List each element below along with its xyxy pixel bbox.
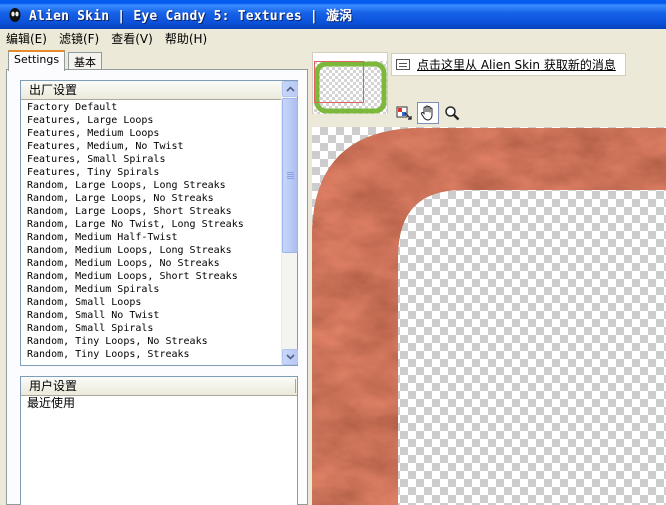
navigator-preview-image bbox=[314, 61, 387, 114]
user-settings-header: 用户设置 bbox=[21, 377, 297, 396]
preset-item[interactable]: Random, Small Spirals bbox=[21, 322, 281, 335]
presets-scrollbar[interactable] bbox=[281, 81, 298, 365]
preview-toggle-icon bbox=[396, 106, 412, 120]
preset-item[interactable]: Random, Large Loops, No Streaks bbox=[21, 192, 281, 205]
user-settings-title: 用户设置 bbox=[29, 379, 78, 393]
preset-list-body: Factory Default Features, Large Loops Feat… bbox=[21, 101, 281, 365]
chevron-down-icon bbox=[285, 354, 295, 360]
tab-settings[interactable]: Settings bbox=[8, 50, 66, 71]
texture-preview-canvas[interactable] bbox=[312, 127, 666, 505]
preset-item[interactable]: Random, Tiny Loops, Streaks bbox=[21, 348, 281, 361]
preset-item[interactable]: Factory Default bbox=[21, 101, 281, 114]
preset-item[interactable]: Random, Small Loops bbox=[21, 296, 281, 309]
user-settings-list: 用户设置 最近使用 bbox=[20, 376, 298, 505]
preset-item[interactable]: Random, Medium Loops, Short Streaks bbox=[21, 270, 281, 283]
preset-item[interactable]: Features, Large Loops bbox=[21, 114, 281, 127]
hand-pan-icon bbox=[420, 105, 433, 121]
news-banner[interactable]: 点击这里从 Alien Skin 获取新的消息 bbox=[391, 53, 626, 76]
user-settings-item-recent[interactable]: 最近使用 bbox=[21, 396, 297, 411]
factory-presets-header: 出厂设置 bbox=[21, 81, 283, 100]
preset-item[interactable]: Random, Tiny Loops, No Streaks bbox=[21, 335, 281, 348]
scroll-thumb[interactable] bbox=[282, 98, 298, 253]
swirl-texture-frame-image bbox=[312, 128, 666, 505]
menu-help[interactable]: 帮助(H) bbox=[165, 30, 207, 47]
menu-filter[interactable]: 滤镜(F) bbox=[59, 30, 99, 47]
tab-basic[interactable]: 基本 bbox=[68, 52, 102, 70]
scroll-up-button[interactable] bbox=[282, 81, 298, 97]
factory-presets-list: 出厂设置 Factory Default Features, Large Loop… bbox=[20, 80, 298, 366]
title-bar: Alien Skin | Eye Candy 5: Textures | 漩涡 bbox=[0, 0, 666, 29]
menu-bar: 编辑(E) 滤镜(F) 查看(V) 帮助(H) bbox=[0, 29, 666, 47]
scroll-down-button[interactable] bbox=[282, 349, 298, 365]
preset-item[interactable]: Random, Medium Loops, Long Streaks bbox=[21, 244, 281, 257]
navigator-thumbnail[interactable] bbox=[312, 52, 388, 114]
alien-skin-app-icon[interactable] bbox=[7, 7, 23, 23]
preset-item[interactable]: Random, Medium Spirals bbox=[21, 283, 281, 296]
zoom-button[interactable] bbox=[441, 102, 463, 124]
preset-item[interactable]: Random, Medium Half-Twist bbox=[21, 231, 281, 244]
preview-toolbar bbox=[393, 102, 465, 124]
zoom-magnifier-icon bbox=[445, 106, 460, 121]
preset-item[interactable]: Features, Small Spirals bbox=[21, 153, 281, 166]
preset-item[interactable]: Features, Medium, No Twist bbox=[21, 140, 281, 153]
hand-pan-button[interactable] bbox=[417, 102, 439, 124]
menu-view[interactable]: 查看(V) bbox=[111, 30, 153, 47]
preset-item[interactable]: Random, Large Loops, Long Streaks bbox=[21, 179, 281, 192]
preset-item[interactable]: Random, Small No Twist bbox=[21, 309, 281, 322]
menu-edit[interactable]: 编辑(E) bbox=[6, 30, 47, 47]
preset-item[interactable]: Features, Tiny Spirals bbox=[21, 166, 281, 179]
news-link[interactable]: 点击这里从 Alien Skin 获取新的消息 bbox=[417, 56, 616, 73]
window-title: Alien Skin | Eye Candy 5: Textures | 漩涡 bbox=[29, 9, 353, 24]
preset-item[interactable]: Random, Medium Loops, No Streaks bbox=[21, 257, 281, 270]
preset-item[interactable]: Random, Large Loops, Short Streaks bbox=[21, 205, 281, 218]
preset-item[interactable]: Features, Medium Loops bbox=[21, 127, 281, 140]
chevron-up-icon bbox=[285, 86, 295, 92]
preset-item[interactable]: Random, Large No Twist, Long Streaks bbox=[21, 218, 281, 231]
preview-toggle-button[interactable] bbox=[393, 102, 415, 124]
message-icon bbox=[396, 59, 410, 70]
